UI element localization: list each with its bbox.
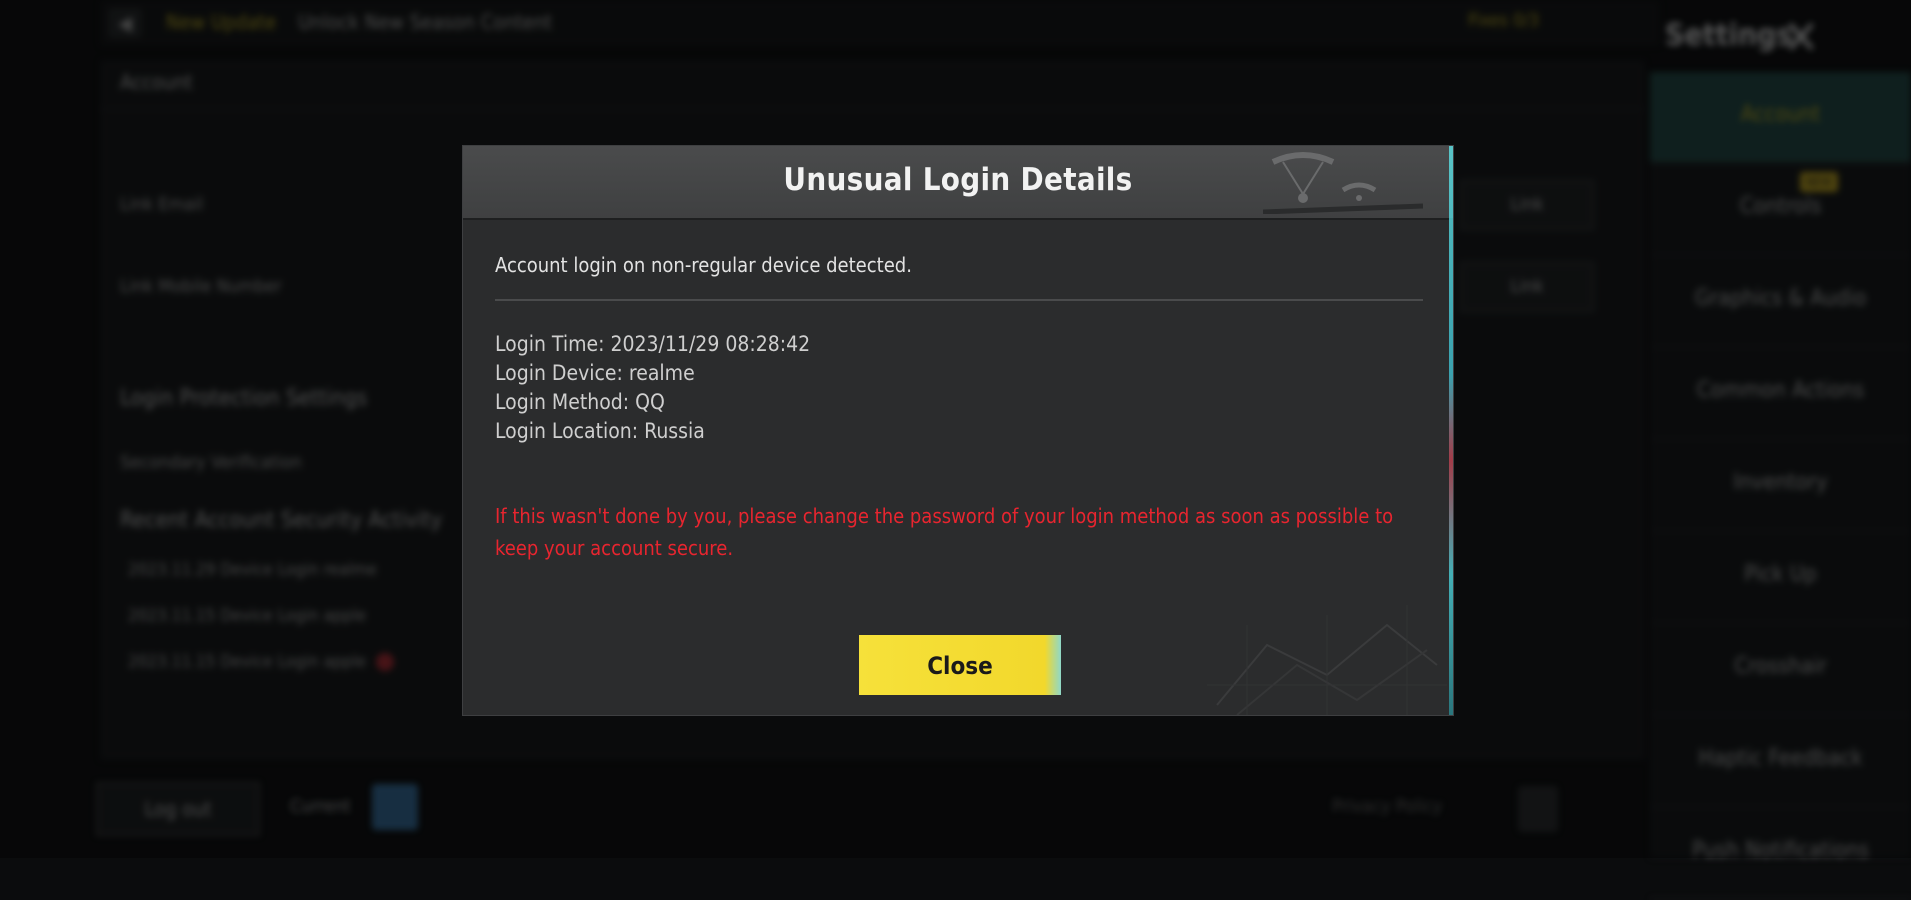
login-method: Login Method: QQ [495, 390, 665, 414]
security-warning: If this wasn't done by you, please chang… [495, 504, 1394, 560]
unusual-login-dialog: Unusual Login Details Account login on n… [462, 145, 1454, 716]
divider [495, 299, 1423, 301]
close-button[interactable]: Close [859, 635, 1061, 695]
grunge-texture-decoration [1207, 605, 1447, 715]
detection-message: Account login on non-regular device dete… [495, 253, 912, 277]
dialog-title: Unusual Login Details [783, 162, 1133, 198]
login-time: Login Time: 2023/11/29 08:28:42 [495, 332, 811, 356]
login-location: Login Location: Russia [495, 419, 705, 443]
login-device: Login Device: realme [495, 361, 695, 385]
edge-glow [1449, 146, 1453, 715]
dialog-header: Unusual Login Details [463, 146, 1453, 220]
